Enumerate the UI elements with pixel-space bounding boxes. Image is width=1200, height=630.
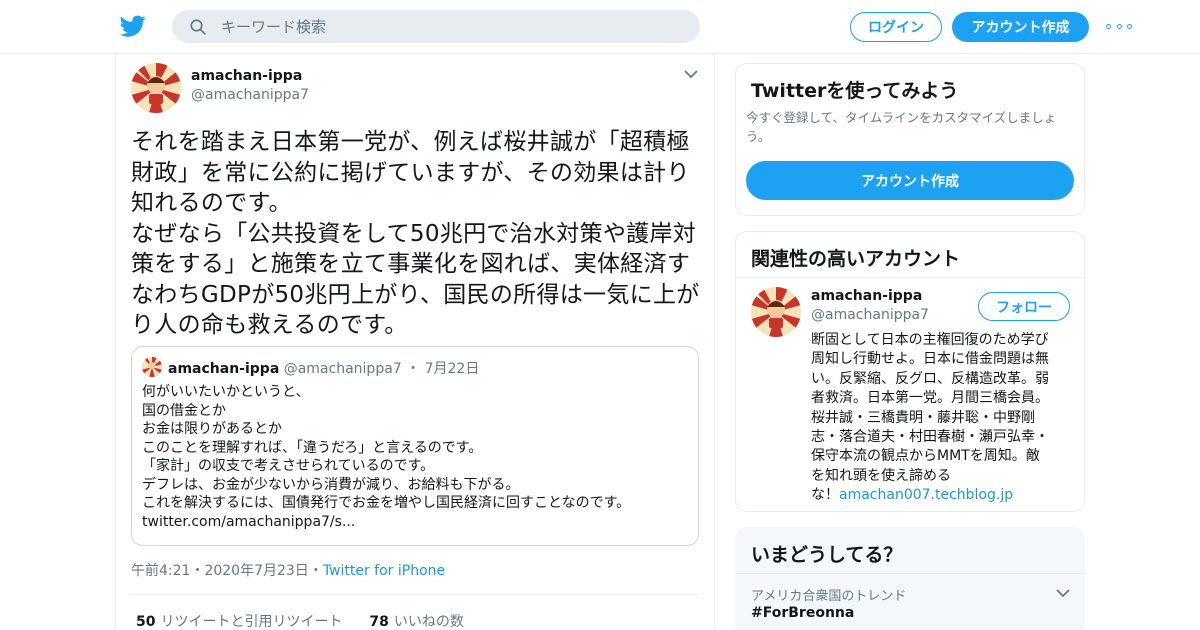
quoted-avatar (142, 357, 162, 377)
avatar[interactable] (751, 287, 801, 337)
bio-line: 断固として日本の主権回復のため学び (811, 332, 1049, 348)
search-icon (190, 18, 206, 35)
bio-line: 桜井誠・三橋貴明・藤井聡・中野剛 (811, 409, 1035, 426)
separator-dot: ・ (406, 361, 421, 377)
quoted-date: 7月22日 (424, 361, 480, 377)
chevron-down-icon[interactable] (684, 69, 698, 79)
rising-sun-avatar-icon (751, 287, 801, 337)
likes-count: 78 (369, 614, 389, 630)
rising-sun-avatar-icon (131, 63, 181, 113)
likes-stat[interactable]: 78 いいねの数 (369, 614, 463, 630)
card-description: 今すぐ登録して、タイムラインをカスタマイズしましょう。 (746, 110, 1057, 144)
trend-item[interactable]: #ForBreonna (751, 605, 854, 621)
tweet-time[interactable]: 午前4:21 (131, 563, 190, 579)
likes-label: いいねの数 (393, 614, 464, 630)
login-button[interactable]: ログイン (850, 12, 942, 42)
bio-line: い。反緊縮、反グロ、反構造改革。弱 (811, 370, 1049, 387)
trend-location-label: アメリカ合衆国のトレンド (751, 589, 907, 604)
quoted-tweet[interactable]: amachan-ippa @amachanippa7 ・ 7月22日 何がいいた… (131, 346, 699, 546)
tweet-text-line: なわちGDPが50兆円上がり、国民の所得は一気に上が (131, 281, 700, 308)
twitter-bird-icon[interactable] (120, 13, 146, 39)
tweet-text-line: それを踏まえ日本第一党が、例えば桜井誠が「超積極 (131, 129, 690, 155)
divider (131, 594, 699, 595)
separator-dot: ・ (190, 563, 205, 579)
bio-last-prefix: な！ (811, 487, 839, 504)
card-title: いまどうしてる？ (751, 544, 903, 566)
tweet-stats: 50 リツイートと引用リツイート 78 いいねの数 (136, 611, 464, 630)
quoted-text-line: 何がいいたいかというと、 (142, 384, 310, 400)
signup-button[interactable]: アカウント作成 (952, 12, 1089, 42)
tweet-text-line: り人の命も救えるのです。 (131, 312, 408, 338)
account-name[interactable]: amachan-ippa (811, 288, 922, 304)
tweet-date[interactable]: 2020年7月23日 (204, 563, 308, 579)
divider (736, 573, 1086, 574)
signup-card: Twitterを使ってみよう 今すぐ登録して、タイムラインをカスタマイズしましょ… (735, 63, 1085, 216)
chevron-down-icon[interactable] (1056, 588, 1070, 598)
quoted-author-handle: @amachanippa7 (283, 361, 402, 377)
tweet-text-line: 財政」を常に公約に掲げていますが、その効果は計り (131, 159, 690, 186)
account-handle[interactable]: @amachanippa7 (811, 307, 929, 323)
bio-line: 保守本流の観点からMMTを周知。敵 (811, 448, 1040, 465)
trends-card: いまどうしてる？ アメリカ合衆国のトレンド #ForBreonna (735, 527, 1086, 630)
create-account-button[interactable]: アカウント作成 (746, 161, 1074, 200)
divider (736, 277, 1084, 278)
account-bio: 断固として日本の主権回復のため学び 周知し行動せよ。日本に借金問題は無 い。反緊… (811, 331, 1073, 506)
quoted-text-line: お金は限りがあるとか (142, 421, 282, 437)
avatar[interactable] (131, 63, 181, 113)
retweets-stat[interactable]: 50 リツイートと引用リツイート (136, 614, 342, 630)
quoted-header: amachan-ippa @amachanippa7 ・ 7月22日 (168, 358, 479, 378)
search-input[interactable] (221, 17, 641, 36)
related-accounts-card: 関連性の高いアカウント amachan-ippa @amachanippa7 フ… (735, 231, 1085, 512)
tweet-text-line: 策をする」と施策を立て事業化を図れば、実体経済す (131, 251, 691, 277)
author-handle[interactable]: @amachanippa7 (191, 87, 309, 103)
retweets-label: リツイートと引用リツイート (160, 614, 343, 630)
quoted-text: 何がいいたいかというと、 国の借金とか お金は限りがあるとか このことを理解すれ… (142, 383, 692, 531)
tweet-source-link[interactable]: Twitter for iPhone (323, 563, 445, 579)
bio-line: 周知し行動せよ。日本に借金問題は無 (811, 351, 1049, 368)
quoted-author-name: amachan-ippa (168, 361, 280, 377)
more-dots-icon[interactable] (1106, 18, 1132, 34)
card-title: 関連性の高いアカウント (751, 248, 961, 270)
bio-line: 志・落合道夫・村田春樹・瀬戸弘幸・ (811, 429, 1049, 446)
bio-line: な！amachan007.techblog.jp (811, 486, 1073, 505)
bio-line: 者救済。日本第一党。月間三橋会員。 (811, 390, 1049, 407)
tweet-text: それを踏まえ日本第一党が、例えば桜井誠が「超積極 財政」を常に公約に掲げています… (131, 127, 706, 341)
tweet-detail: amachan-ippa @amachanippa7 それを踏まえ日本第一党が、… (115, 54, 715, 630)
quoted-text-line: デフレは、お金が少ないから消費が減り、お給料も下がる。 (142, 476, 520, 493)
bio-line: を知れ頭を使え諦める (811, 467, 951, 484)
retweets-count: 50 (136, 614, 156, 630)
quoted-text-line: このことを理解すれば、「違うだろ」と言えるのです。 (142, 439, 483, 456)
quoted-link[interactable]: twitter.com/amachanippa7/s... (142, 513, 692, 532)
quoted-text-line: 国の借金とか (142, 402, 226, 419)
author-name[interactable]: amachan-ippa (191, 68, 302, 84)
bio-link[interactable]: amachan007.techblog.jp (839, 487, 1013, 503)
tweet-text-line: なぜなら「公共投資をして50兆円で治水対策や護岸対 (131, 220, 697, 247)
search-bar[interactable] (172, 10, 700, 43)
top-navigation: ログイン アカウント作成 (0, 0, 1200, 54)
tweet-text-line: 知れるのです。 (131, 190, 292, 216)
card-title: Twitterを使ってみよう (751, 80, 959, 102)
follow-button[interactable]: フォロー (978, 292, 1070, 321)
separator-dot: ・ (308, 563, 323, 579)
quoted-text-line: これを解決するには、国債発行でお金を増やし国民経済に回すことなのです。 (142, 495, 631, 511)
tweet-metadata: 午前4:21・2020年7月23日・Twitter for iPhone (131, 560, 445, 580)
rising-sun-avatar-icon (142, 357, 162, 377)
quoted-text-line: 「家計」の収支で考えさせられているのです。 (142, 458, 435, 474)
